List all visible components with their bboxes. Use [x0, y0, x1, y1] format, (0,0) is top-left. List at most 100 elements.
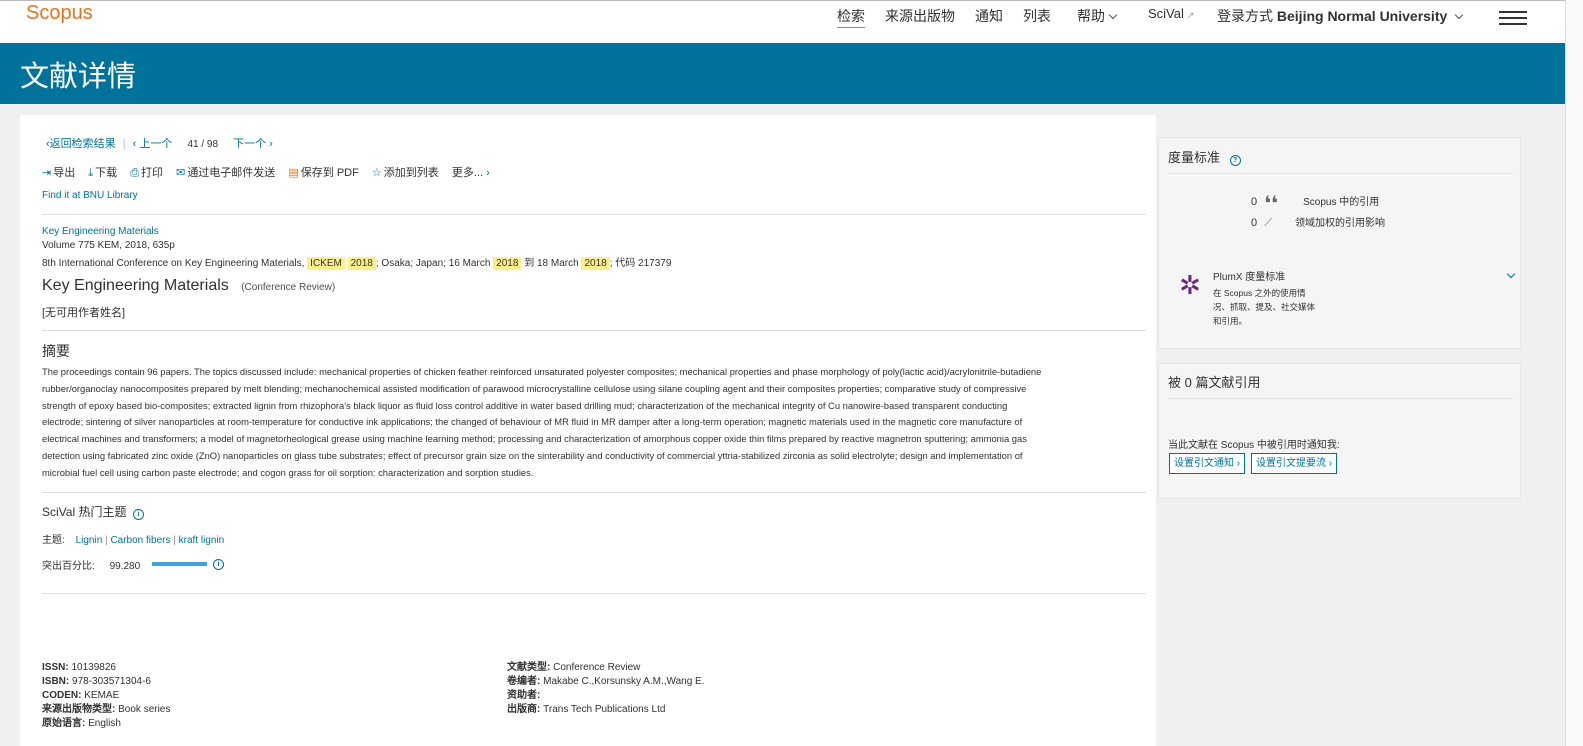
- source-volume: Volume 775 KEM, 2018, 635p: [42, 240, 175, 251]
- abstract-line: detection using fabricated zinc oxide (Z…: [42, 449, 1023, 461]
- conference-location: ; Osaka; Japan; 16 March: [375, 258, 491, 269]
- top-navigation-bar: Scopus 检索 来源出版物 通知 列表 帮助 SciVal ↗ 登录方式 Be…: [0, 0, 1565, 43]
- add-to-list-button[interactable]: ☆ 添加到列表: [372, 167, 439, 179]
- detail-doc-type: 文献类型: Conference Review: [507, 661, 704, 675]
- source-journal-link[interactable]: Key Engineering Materials: [42, 226, 159, 237]
- plumx-description-line: 在 Scopus 之外的使用情: [1213, 288, 1306, 298]
- print-label: 打印: [141, 167, 164, 179]
- nav-lists[interactable]: 列表: [1023, 6, 1051, 26]
- info-icon[interactable]: i: [213, 559, 224, 570]
- divider: [42, 593, 1146, 594]
- detail-value: English: [88, 718, 121, 729]
- detail-value: 10139826: [71, 662, 116, 673]
- export-label: 导出: [53, 167, 76, 179]
- prominence-bar: [152, 562, 207, 566]
- conference-year: 2018: [347, 257, 376, 270]
- scrollbar[interactable]: [1565, 0, 1583, 746]
- conference-code: ; 代码 217379: [609, 258, 672, 269]
- fwci-value: 0: [1251, 217, 1258, 229]
- abstract-line: strength of epoxy based bio-composites; …: [42, 399, 1008, 411]
- divider: [1168, 398, 1513, 399]
- detail-key: 资助者:: [507, 690, 541, 701]
- current-index: 41: [187, 139, 199, 150]
- conference-start-year: 2018: [493, 257, 522, 270]
- page-banner: 文献详情: [0, 43, 1565, 104]
- detail-source-type: 来源出版物类型: Book series: [42, 703, 170, 717]
- menu-icon[interactable]: [1499, 11, 1527, 25]
- abstract-text: The proceedings contain 96 papers. The t…: [42, 364, 1146, 482]
- detail-value: Trans Tech Publications Ltd: [543, 704, 666, 715]
- detail-key: 原始语言:: [42, 718, 86, 729]
- more-button[interactable]: 更多... ›: [452, 167, 490, 179]
- abstract-line: electrode; sintering of silver nanoparti…: [42, 416, 1023, 428]
- detail-publisher: 出版商: Trans Tech Publications Ltd: [507, 703, 704, 717]
- conference-info: 8th International Conference on Key Engi…: [42, 254, 672, 270]
- set-citation-feed-label: 设置引文提要流: [1256, 458, 1326, 469]
- citation-count-row[interactable]: 0 ❛❛ Scopus 中的引用: [1251, 186, 1379, 215]
- fwci-row[interactable]: 0 ⟋ 领域加权的引用影响: [1251, 214, 1385, 230]
- topic-link-lignin[interactable]: Lignin: [76, 535, 103, 546]
- detail-key: 文献类型:: [507, 662, 551, 673]
- metrics-heading: 度量标准: [1168, 150, 1221, 165]
- author-list: [无可用作者姓名]: [42, 307, 126, 319]
- chevron-down-icon: [1108, 10, 1118, 20]
- info-icon[interactable]: i: [132, 509, 144, 520]
- next-link[interactable]: 下一个 ›: [233, 138, 273, 150]
- previous-link[interactable]: ‹ 上一个: [133, 138, 173, 150]
- email-button[interactable]: ✉ 通过电子邮件发送: [176, 167, 275, 179]
- nav-divider: |: [122, 138, 126, 150]
- nav-scival-label: SciVal: [1148, 6, 1184, 21]
- abstract-line: rubber/organoclay nanocomposites prepare…: [42, 382, 1027, 394]
- print-button[interactable]: ⎙ 打印: [130, 167, 163, 179]
- save-pdf-button[interactable]: ▤ 保存到 PDF: [288, 167, 358, 179]
- chevron-down-icon[interactable]: [1506, 269, 1516, 279]
- action-toolbar: ⇥ 导出 ⤓ 下载 ⎙ 打印 ✉ 通过电子邮件发送 ▤ 保存到 PDF ☆ 添加到列表 更多…: [42, 164, 490, 180]
- fwci-label: 领域加权的引用影响: [1294, 218, 1385, 229]
- nav-search[interactable]: 检索: [837, 6, 865, 28]
- detail-value: Conference Review: [553, 662, 641, 673]
- plumx-logo-icon: ✲: [1179, 270, 1201, 300]
- nav-scival[interactable]: SciVal ↗: [1148, 6, 1194, 21]
- nav-help-label: 帮助: [1077, 8, 1105, 24]
- plumx-title[interactable]: PlumX 度量标准: [1213, 268, 1285, 283]
- citation-notify-text: 当此文献在 Scopus 中被引用时通知我:: [1168, 440, 1340, 451]
- set-citation-feed-button[interactable]: 设置引文提要流 ›: [1251, 453, 1338, 474]
- conference-name: 8th International Conference on Key Engi…: [42, 258, 305, 269]
- prominence-value: 99.280: [109, 561, 141, 572]
- prominence-label: 突出百分比:: [42, 561, 95, 572]
- conference-acronym: ICKEM: [307, 257, 345, 270]
- add-to-list-label: 添加到列表: [383, 167, 439, 179]
- export-icon: ⇥: [42, 167, 52, 179]
- chevron-down-icon: [1455, 10, 1464, 20]
- detail-value: Makabe C.,Korsunsky A.M.,Wang E.: [543, 676, 705, 687]
- set-citation-alert-button[interactable]: 设置引文通知 ›: [1169, 453, 1246, 474]
- previous-label: 上一个: [139, 138, 173, 150]
- document-title: Key Engineering Materials: [42, 277, 229, 294]
- detail-coden: CODEN: KEMAE: [42, 689, 170, 703]
- scival-heading: SciVal 热门主题: [42, 505, 127, 519]
- document-title-row: Key Engineering Materials (Conference Re…: [42, 277, 335, 295]
- nav-help[interactable]: 帮助: [1077, 6, 1118, 26]
- export-button[interactable]: ⇥ 导出: [42, 167, 75, 179]
- detail-key: ISSN:: [42, 662, 69, 673]
- nav-sources[interactable]: 来源出版物: [885, 6, 955, 26]
- more-label: 更多...: [451, 167, 484, 179]
- index-separator: /: [201, 139, 205, 150]
- download-button[interactable]: ⤓ 下载: [88, 167, 117, 179]
- detail-value: KEMAE: [84, 690, 120, 701]
- help-icon[interactable]: ?: [1229, 155, 1241, 166]
- detail-issn: ISSN: 10139826: [42, 661, 170, 675]
- topic-link-kraft-lignin[interactable]: kraft lignin: [179, 535, 225, 546]
- divider: [1168, 173, 1513, 174]
- nav-login-label: 登录方式: [1217, 8, 1273, 24]
- total-results: 98: [206, 139, 219, 150]
- quote-icon: ❛❛: [1264, 193, 1279, 215]
- bibliographic-details-left: ISSN: 10139826 ISBN: 978-303571304-6 COD…: [42, 661, 170, 731]
- scopus-logo[interactable]: Scopus: [26, 2, 93, 25]
- detail-editors: 卷编者: Makabe C.,Korsunsky A.M.,Wang E.: [507, 675, 704, 689]
- library-link[interactable]: Find it at BNU Library: [42, 190, 138, 201]
- topic-link-carbon-fibers[interactable]: Carbon fibers: [110, 535, 170, 546]
- back-to-results-link[interactable]: ‹返回检索结果: [46, 138, 116, 150]
- nav-login[interactable]: 登录方式 Beijing Normal University: [1217, 6, 1464, 26]
- nav-alerts[interactable]: 通知: [975, 6, 1003, 26]
